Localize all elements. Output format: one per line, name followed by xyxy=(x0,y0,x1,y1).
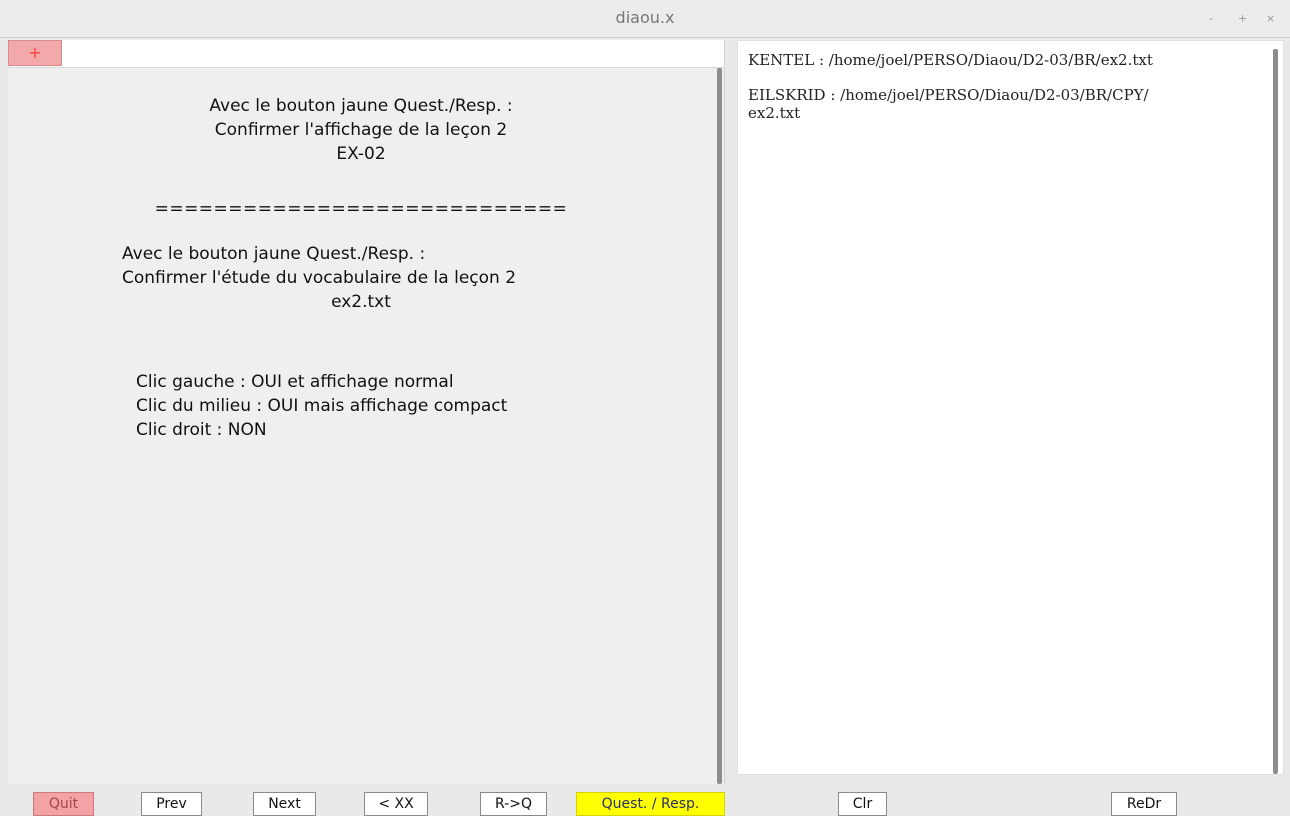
r-to-q-button[interactable]: R->Q xyxy=(480,792,547,816)
title-bar: diaou.x - + × xyxy=(0,0,1290,38)
right-pane: KENTEL : /home/joel/PERSO/Diaou/D2-03/BR… xyxy=(737,40,1284,775)
lesson-content: Avec le bouton jaune Quest./Resp. : Conf… xyxy=(8,68,714,784)
quest-resp-button[interactable]: Quest. / Resp. xyxy=(576,792,725,816)
vocab-line1: Avec le bouton jaune Quest./Resp. : xyxy=(122,244,426,264)
app-window: diaou.x - + × + Avec le bouton jaune Que… xyxy=(0,0,1290,816)
left-scrollbar[interactable] xyxy=(717,68,722,784)
minimize-icon[interactable]: - xyxy=(1209,12,1213,25)
next-button[interactable]: Next xyxy=(253,792,316,816)
lesson-display-block: Avec le bouton jaune Quest./Resp. : Conf… xyxy=(8,94,714,166)
vocab-line2: Confirmer l'étude du vocabulaire de la l… xyxy=(122,268,517,288)
maximize-icon[interactable]: + xyxy=(1238,12,1247,25)
vocab-block: Avec le bouton jaune Quest./Resp. : Conf… xyxy=(8,242,714,314)
middle-click-option: Clic du milieu : OUI mais affichage comp… xyxy=(136,396,508,416)
right-click-option: Clic droit : NON xyxy=(136,420,267,440)
vocab-line3: ex2.txt xyxy=(331,292,391,312)
add-tab-button[interactable]: + xyxy=(8,40,62,66)
eilskrid-path: EILSKRID : /home/joel/PERSO/Diaou/D2-03/… xyxy=(748,86,1149,104)
click-options-block: Clic gauche : OUI et affichage normal Cl… xyxy=(136,370,696,442)
tab-bar: + xyxy=(8,40,724,68)
lesson-display-line1: Avec le bouton jaune Quest./Resp. : xyxy=(209,96,513,116)
redraw-button[interactable]: ReDr xyxy=(1111,792,1177,816)
kentel-path: KENTEL : /home/joel/PERSO/Diaou/D2-03/BR… xyxy=(748,51,1153,69)
prev-button[interactable]: Prev xyxy=(141,792,202,816)
left-click-option: Clic gauche : OUI et affichage normal xyxy=(136,372,454,392)
separator-line: ============================ xyxy=(154,199,568,219)
quit-button[interactable]: Quit xyxy=(33,792,94,816)
left-pane: + Avec le bouton jaune Quest./Resp. : Co… xyxy=(8,40,725,784)
bottom-toolbar: Quit Prev Next < XX R->Q Quest. / Resp. … xyxy=(0,790,1290,816)
close-icon[interactable]: × xyxy=(1266,12,1275,25)
eilskrid-path-continued: ex2.txt xyxy=(748,104,801,122)
lesson-display-line2: Confirmer l'affichage de la leçon 2 xyxy=(214,120,508,140)
clear-button[interactable]: Clr xyxy=(838,792,887,816)
back-xx-button[interactable]: < XX xyxy=(364,792,428,816)
right-scrollbar[interactable] xyxy=(1273,49,1278,774)
file-paths-panel: KENTEL : /home/joel/PERSO/Diaou/D2-03/BR… xyxy=(748,51,1248,122)
lesson-display-line3: EX-02 xyxy=(336,144,386,164)
window-title: diaou.x xyxy=(615,8,675,27)
